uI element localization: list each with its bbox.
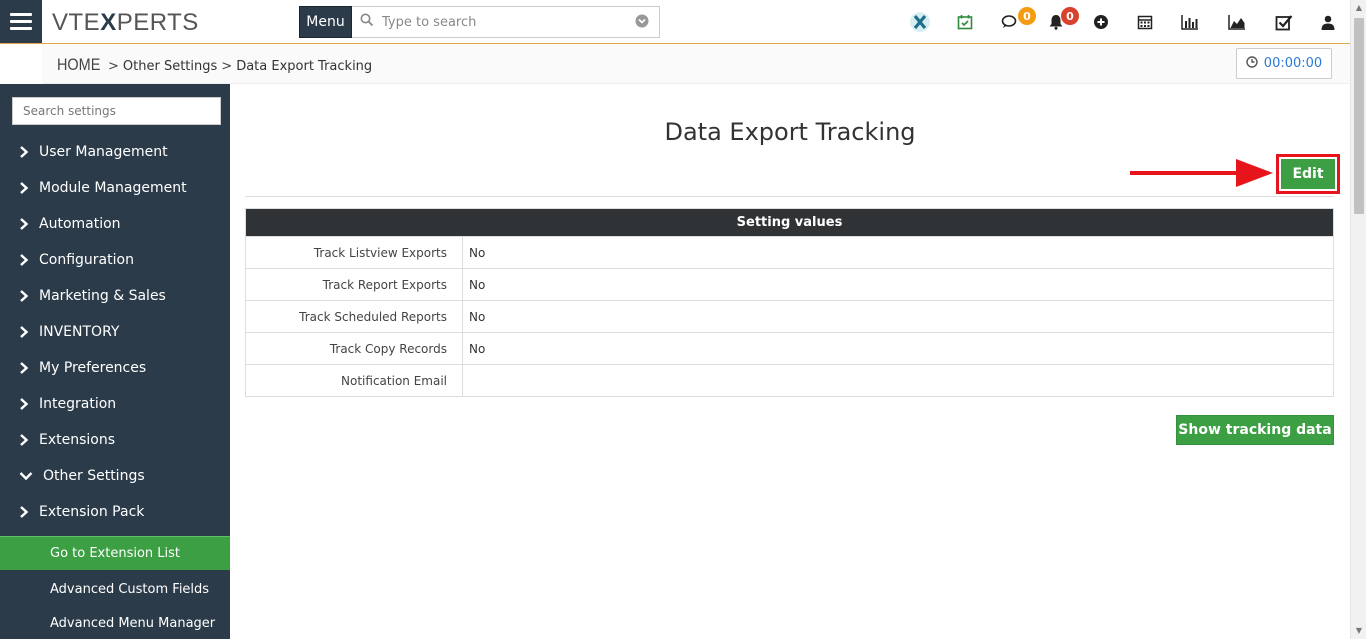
chevron-right-icon [0,254,34,266]
setting-value: No [462,332,1334,365]
user-icon[interactable] [1317,11,1339,33]
setting-label: Track Listview Exports [245,236,463,269]
settings-table: Setting values Track Listview Exports No… [245,208,1334,397]
sidebar-item-user-management[interactable]: User Management [0,134,230,170]
red-arrow-annotation [1130,159,1273,187]
timer-button[interactable]: 00:00:00 [1236,48,1332,79]
calendar-icon[interactable] [1134,11,1156,33]
chevron-right-icon [0,290,34,302]
setting-label: Track Report Exports [245,268,463,301]
comments-count-badge: 0 [1018,7,1036,25]
sidebar-item-label: Marketing & Sales [39,288,166,304]
setting-value: No [462,268,1334,301]
vtex-x-icon[interactable] [909,11,931,33]
chevron-right-icon [0,182,34,194]
menu-button[interactable]: Menu [299,6,352,38]
bar-chart-icon[interactable] [1179,11,1201,33]
table-row: Track Report Exports No [245,268,1334,301]
breadcrumb-separator: > [108,59,119,74]
scrollbar-thumb[interactable] [1354,18,1364,214]
scroll-down-icon[interactable]: ▼ [1351,623,1366,639]
chevron-right-icon [0,326,34,338]
breadcrumb-current: Data Export Tracking [236,59,373,74]
sidebar-item-label: Extensions [39,432,116,448]
sidebar-item-label: Configuration [39,252,134,268]
page-scrollbar[interactable]: ▲ ▼ [1350,0,1366,639]
edit-button[interactable]: Edit [1281,159,1335,189]
show-tracking-data-button[interactable]: Show tracking data [1176,415,1334,445]
edit-highlight-box: Edit [1276,154,1340,194]
chevron-right-icon [0,398,34,410]
search-dropdown-icon[interactable] [635,13,649,32]
table-row: Track Listview Exports No [245,236,1334,269]
chevron-right-icon [0,218,34,230]
breadcrumb-other-settings[interactable]: Other Settings [123,59,217,74]
scroll-up-icon[interactable]: ▲ [1351,0,1366,16]
hamburger-menu-icon[interactable] [0,0,42,43]
sidebar-item-label: Module Management [39,180,187,196]
sidebar-subitem-advanced-custom-fields[interactable]: Advanced Custom Fields [0,572,230,606]
sidebar-item-marketing-sales[interactable]: Marketing & Sales [0,278,230,314]
sidebar-item-label: INVENTORY [39,324,120,340]
table-row: Notification Email [245,364,1334,397]
setting-value: No [462,236,1334,269]
setting-label: Notification Email [245,364,463,397]
sidebar-item-my-preferences[interactable]: My Preferences [0,350,230,386]
global-search-input[interactable] [382,14,635,30]
chevron-right-icon [0,434,34,446]
clock-icon [1246,56,1258,71]
sidebar-item-label: Extension Pack [39,504,145,520]
sidebar-subitem-go-to-extension-list[interactable]: Go to Extension List [0,536,230,570]
settings-search-input[interactable] [12,97,221,125]
sidebar-item-extensions[interactable]: Extensions [0,422,230,458]
breadcrumb-separator: > [221,59,233,74]
setting-label: Track Scheduled Reports [245,300,463,333]
sidebar-item-automation[interactable]: Automation [0,206,230,242]
sidebar-item-module-management[interactable]: Module Management [0,170,230,206]
chevron-right-icon [0,362,34,374]
divider [245,196,1334,197]
top-navbar: VTEXPERTS Menu 0 0 [0,0,1350,44]
notifications-count-badge: 0 [1061,7,1079,25]
sidebar-item-integration[interactable]: Integration [0,386,230,422]
sidebar-subitem-advanced-menu-manager[interactable]: Advanced Menu Manager [0,606,230,639]
search-icon [352,13,382,31]
settings-sidebar: User Management Module Management Automa… [0,84,230,639]
calendar-check-icon[interactable] [954,11,976,33]
main-content: Data Export Tracking Edit Setting values… [230,84,1350,639]
sidebar-item-label: Automation [39,216,121,232]
chevron-right-icon [0,146,34,158]
setting-value: No [462,300,1334,333]
table-header: Setting values [245,208,1334,237]
sidebar-item-label: Other Settings [43,468,145,484]
app-logo[interactable]: VTEXPERTS [52,9,199,37]
sidebar-item-label: Integration [39,396,117,412]
setting-label: Track Copy Records [245,332,463,365]
timer-value: 00:00:00 [1263,56,1323,71]
chevron-down-icon [0,471,34,481]
breadcrumb-home[interactable]: HOME [57,55,100,75]
sidebar-item-other-settings[interactable]: Other Settings [0,458,230,494]
page-title: Data Export Tracking [664,118,916,146]
area-chart-icon[interactable] [1226,11,1248,33]
chevron-right-icon [0,506,34,518]
plus-circle-icon[interactable] [1090,11,1112,33]
table-row: Track Scheduled Reports No [245,300,1334,333]
global-search [352,6,660,38]
setting-value [462,364,1334,397]
breadcrumb-bar: HOME > Other Settings > Data Export Trac… [42,44,1350,84]
sidebar-item-inventory[interactable]: INVENTORY [0,314,230,350]
sidebar-item-label: User Management [39,144,168,160]
checkbox-icon[interactable] [1273,11,1295,33]
sidebar-item-extension-pack[interactable]: Extension Pack [0,494,230,530]
table-row: Track Copy Records No [245,332,1334,365]
sidebar-item-label: My Preferences [39,360,147,376]
breadcrumb: HOME > Other Settings > Data Export Trac… [57,55,372,75]
sidebar-item-configuration[interactable]: Configuration [0,242,230,278]
